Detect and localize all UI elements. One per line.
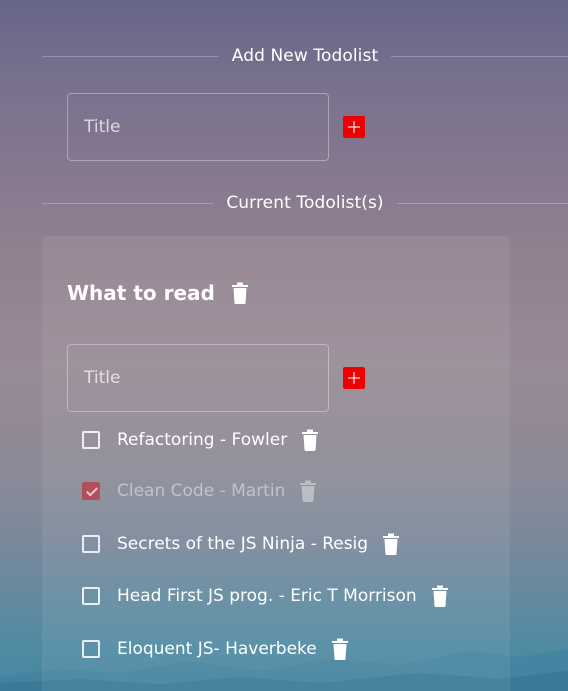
- new-item-row: [67, 344, 365, 412]
- add-todolist-button[interactable]: [343, 116, 365, 138]
- todolist-title: What to read: [67, 281, 215, 305]
- todo-item: Refactoring - Fowler: [82, 425, 319, 455]
- new-item-title-input[interactable]: [67, 344, 329, 412]
- todo-item-checkbox[interactable]: [82, 640, 100, 658]
- add-section-heading: Add New Todolist: [231, 46, 379, 66]
- todo-item-text: Clean Code - Martin: [117, 481, 286, 501]
- delete-item-trash-icon[interactable]: [299, 480, 317, 502]
- divider-line-right: [396, 202, 568, 204]
- delete-item-trash-icon[interactable]: [382, 533, 400, 555]
- delete-item-trash-icon[interactable]: [301, 429, 319, 451]
- todo-item: Head First JS prog. - Eric T Morrison: [82, 581, 449, 611]
- delete-item-trash-icon[interactable]: [331, 638, 349, 660]
- new-todolist-row: [67, 93, 365, 161]
- todo-item: Clean Code - Martin: [82, 476, 317, 506]
- todo-item-text: Refactoring - Fowler: [117, 430, 288, 450]
- todo-item-checkbox[interactable]: [82, 587, 100, 605]
- add-section-divider: Add New Todolist: [42, 45, 568, 67]
- current-section-heading: Current Todolist(s): [226, 193, 384, 213]
- add-item-button[interactable]: [343, 367, 365, 389]
- todo-item: Secrets of the JS Ninja - Resig: [82, 529, 400, 559]
- divider-line-left: [42, 55, 219, 57]
- current-section-divider: Current Todolist(s): [42, 192, 568, 214]
- todo-item-checkbox[interactable]: [82, 431, 100, 449]
- todo-item-checkbox[interactable]: [82, 482, 100, 500]
- divider-line-left: [42, 202, 214, 204]
- new-todolist-title-input[interactable]: [67, 93, 329, 161]
- todo-item-checkbox[interactable]: [82, 535, 100, 553]
- todo-item: Eloquent JS- Haverbeke: [82, 634, 349, 664]
- todolist-card: What to read Refactoring - Fowler Clean …: [42, 236, 510, 691]
- todo-item-text: Head First JS prog. - Eric T Morrison: [117, 586, 417, 606]
- divider-line-right: [391, 55, 568, 57]
- delete-todolist-trash-icon[interactable]: [231, 282, 249, 304]
- todo-item-text: Secrets of the JS Ninja - Resig: [117, 534, 369, 554]
- delete-item-trash-icon[interactable]: [431, 585, 449, 607]
- todolist-header: What to read: [67, 281, 249, 305]
- todo-item-text: Eloquent JS- Haverbeke: [117, 639, 317, 659]
